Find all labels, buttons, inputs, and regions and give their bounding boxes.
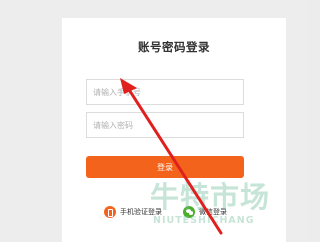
login-button[interactable]: 登录 <box>86 156 244 178</box>
password-input[interactable] <box>86 112 244 138</box>
wechat-login-link[interactable]: 微信登录 <box>183 206 227 218</box>
phone-verification-login-link[interactable]: 手机验证登录 <box>104 206 162 218</box>
phone-login-label: 手机验证登录 <box>120 208 162 216</box>
login-card: 账号密码登录 登录 手机验证登录 微信登录 <box>62 18 286 242</box>
screenshot: 账号密码登录 登录 手机验证登录 微信登录 牛特市场 NIUTESHICHANG <box>0 0 307 242</box>
page-title: 账号密码登录 <box>138 40 210 54</box>
mobile-phone-icon <box>104 206 116 218</box>
wechat-icon <box>183 206 195 218</box>
wechat-login-label: 微信登录 <box>199 208 227 216</box>
phone-number-input[interactable] <box>86 79 244 105</box>
